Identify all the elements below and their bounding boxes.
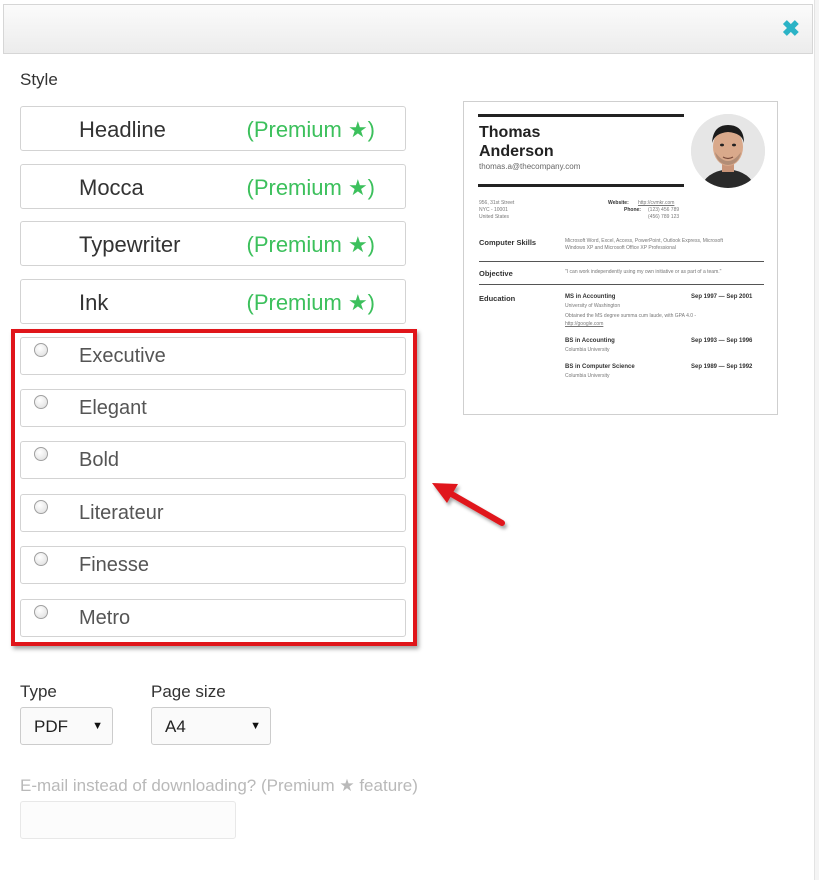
style-option-elegant[interactable]: Elegant: [20, 389, 406, 427]
style-option-metro[interactable]: Metro: [20, 599, 406, 637]
radio-button[interactable]: [34, 552, 48, 566]
style-option-name: Executive: [79, 345, 166, 367]
radio-button[interactable]: [34, 447, 48, 461]
style-option-name: Bold: [79, 449, 120, 471]
preview-divider: [479, 284, 764, 285]
preview-education-title: Education: [479, 294, 516, 303]
preview-degree: MS in Accounting: [565, 294, 616, 300]
style-option-bold[interactable]: Bold: [20, 441, 406, 479]
caret-down-icon: ▼: [92, 720, 103, 732]
preview-skills-text: Microsoft Word, Excel, Access, PowerPoin…: [565, 238, 724, 244]
style-option-name: Typewriter: [79, 232, 181, 257]
preview-degree: BS in Computer Science: [565, 364, 635, 370]
preview-dates: Sep 1993 — Sep 1996: [691, 338, 753, 344]
preview-school: University of Washington: [565, 303, 621, 309]
arrow-annotation: [432, 483, 505, 526]
style-option-name: Literateur: [79, 502, 164, 524]
resume-preview: Thomas Anderson thomas.a@thecompany.com …: [463, 101, 778, 415]
preview-skills-text: Windows XP and Microsoft Office XP Profe…: [565, 245, 676, 251]
style-label: Style: [20, 70, 58, 89]
preview-phone: (123) 456 789: [648, 207, 680, 213]
type-selected-value: PDF: [34, 717, 68, 736]
preview-rule: [478, 184, 684, 187]
style-option-executive[interactable]: Executive: [20, 337, 406, 375]
email-input[interactable]: [20, 801, 236, 839]
style-option-finesse[interactable]: Finesse: [20, 546, 406, 584]
preview-note: Obtained the MS degree summa cum laude, …: [565, 313, 697, 319]
type-label: Type: [20, 682, 57, 701]
style-option-name: Ink: [79, 290, 109, 315]
preview-address-line: United States: [479, 214, 510, 220]
style-option-name: Elegant: [79, 397, 147, 419]
preview-last-name: Anderson: [479, 143, 554, 160]
preview-address-line: NYC - 10001: [479, 207, 508, 213]
preview-link: http://google.com: [565, 321, 604, 327]
style-option-name: Headline: [79, 117, 166, 142]
preview-website-label: Website:: [608, 200, 629, 206]
page-size-selected-value: A4: [165, 717, 186, 736]
premium-tag: (Premium ★): [246, 232, 376, 257]
style-option-headline[interactable]: Headline (Premium ★): [20, 106, 406, 151]
preview-divider: [479, 261, 764, 262]
preview-first-name: Thomas: [479, 124, 541, 141]
preview-degree: BS in Accounting: [565, 338, 615, 344]
radio-button[interactable]: [34, 605, 48, 619]
preview-school: Columbia University: [565, 373, 610, 379]
radio-button[interactable]: [34, 343, 48, 357]
style-option-ink[interactable]: Ink (Premium ★): [20, 279, 406, 324]
page-size-label: Page size: [151, 682, 226, 701]
modal-header: ✖: [3, 4, 813, 54]
radio-button[interactable]: [34, 395, 48, 409]
style-option-typewriter[interactable]: Typewriter (Premium ★): [20, 221, 406, 266]
caret-down-icon: ▼: [250, 720, 261, 732]
preview-objective-title: Objective: [479, 269, 513, 278]
preview-address-line: 956, 31st Street: [479, 200, 515, 206]
scrollbar-track[interactable]: [814, 0, 819, 880]
preview-phone: (456) 789 123: [648, 214, 680, 220]
preview-rule: [478, 114, 684, 117]
type-select[interactable]: PDF ▼: [20, 707, 113, 745]
style-option-literateur[interactable]: Literateur: [20, 494, 406, 532]
preview-dates: Sep 1989 — Sep 1992: [691, 364, 753, 370]
preview-phone-label: Phone:: [624, 207, 641, 213]
style-option-name: Finesse: [79, 554, 150, 576]
close-icon[interactable]: ✖: [782, 18, 800, 40]
preview-dates: Sep 1997 — Sep 2001: [691, 294, 753, 300]
premium-tag: (Premium ★): [246, 117, 376, 142]
radio-button[interactable]: [34, 500, 48, 514]
preview-school: Columbia University: [565, 347, 610, 353]
profile-photo: [691, 114, 765, 188]
premium-tag: (Premium ★): [246, 290, 376, 315]
page-size-select[interactable]: A4 ▼: [151, 707, 271, 745]
preview-email: thomas.a@thecompany.com: [479, 162, 581, 171]
preview-website: http://cvmkr.com: [638, 200, 675, 206]
style-option-name: Metro: [79, 607, 131, 629]
premium-tag: (Premium ★): [246, 175, 376, 200]
preview-skills-title: Computer Skills: [479, 238, 537, 247]
email-label: E-mail instead of downloading? (Premium …: [20, 776, 418, 795]
style-option-mocca[interactable]: Mocca (Premium ★): [20, 164, 406, 209]
style-option-name: Mocca: [79, 175, 144, 200]
preview-objective-text: "I can work independently using my own i…: [565, 269, 722, 275]
